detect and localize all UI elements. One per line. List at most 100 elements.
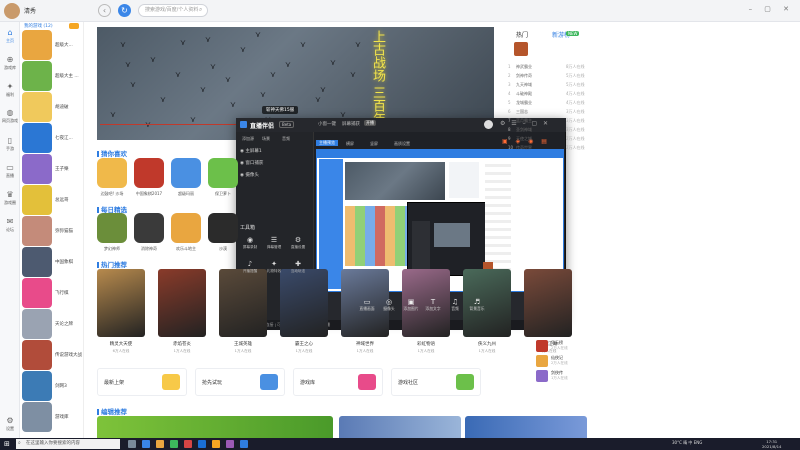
- game-icon-tile[interactable]: [208, 158, 238, 188]
- rank-bottom-thumb[interactable]: [536, 370, 548, 382]
- game-list-item[interactable]: 七夜江...: [22, 123, 84, 155]
- game-icon-label[interactable]: 保卫萝卜: [204, 191, 242, 197]
- game-icon-tile[interactable]: [97, 158, 127, 188]
- toolbox-danmaku[interactable]: ☰ 弹幕管理: [264, 236, 284, 250]
- game-card[interactable]: [524, 269, 572, 337]
- taskbar-app-icon[interactable]: [142, 440, 150, 448]
- game-icon-label[interactable]: 消除神奇: [130, 246, 168, 252]
- game-card-title[interactable]: 神域世界: [340, 341, 390, 347]
- edit-banner-3[interactable]: [465, 416, 587, 438]
- edit-banner-1[interactable]: [97, 416, 333, 438]
- rank-bottom-thumb[interactable]: [536, 355, 548, 367]
- toolbox-record[interactable]: ◉ 屏幕录制: [240, 236, 260, 250]
- game-icon-tile[interactable]: [171, 213, 201, 243]
- tab-hot[interactable]: 热门: [516, 30, 528, 39]
- game-card-title[interactable]: 霸王之心: [279, 341, 329, 347]
- game-icon-label[interactable]: 边鼓吧! 沙场: [93, 191, 131, 197]
- game-list-item[interactable]: 胡迪破: [22, 92, 84, 124]
- game-icon-label[interactable]: 欢乐斗地主: [167, 246, 205, 252]
- banner-caption[interactable]: 斩神天佛15服: [262, 106, 299, 114]
- taskbar-app-icon[interactable]: [240, 440, 248, 448]
- game-icon-label[interactable]: 沙漠: [204, 246, 242, 252]
- game-icon-label[interactable]: 超级玛丽: [167, 191, 205, 197]
- game-icon-label[interactable]: 中国象棋2017: [130, 191, 168, 197]
- overlay-mic-button[interactable]: ♫ 音频: [444, 298, 466, 312]
- streamer-avatar[interactable]: [484, 120, 493, 129]
- game-card-title[interactable]: 彩虹物语: [401, 341, 451, 347]
- system-tray[interactable]: 30°C 晴 中 ENG: [672, 440, 702, 446]
- taskbar-search[interactable]: 在这里输入你要搜索的内容: [16, 439, 120, 449]
- back-button[interactable]: ‹: [98, 4, 111, 17]
- game-card-title[interactable]: 精灵大天使: [96, 341, 146, 347]
- source-item[interactable]: ◉ 主屏幕1: [240, 148, 262, 154]
- game-list-item[interactable]: 王子樂: [22, 154, 84, 186]
- game-list-item[interactable]: 总远哥: [22, 185, 84, 217]
- quick-tile[interactable]: 最新上架: [97, 368, 187, 396]
- search-input[interactable]: 搜索游戏/百度/个人资料: [138, 4, 208, 17]
- taskbar-app-icon[interactable]: [170, 440, 178, 448]
- taskbar-clock[interactable]: 17:31 2021/8/14: [762, 439, 781, 449]
- tool-scene[interactable]: 场景: [262, 136, 270, 142]
- game-icon-tile[interactable]: [134, 158, 164, 188]
- tool-audio[interactable]: 音频: [282, 136, 290, 142]
- user-avatar[interactable]: [4, 3, 20, 19]
- sidebar-item-home[interactable]: ⌂ 主页: [0, 28, 20, 44]
- quick-tile[interactable]: 游戏社区: [391, 368, 481, 396]
- sidebar-item-gift[interactable]: ✦ 福利: [0, 82, 20, 98]
- game-card[interactable]: [219, 269, 267, 337]
- overlay-tab-2[interactable]: 屏幕捕获: [342, 121, 360, 127]
- game-list-item[interactable]: 弥弥猫猫: [22, 216, 84, 248]
- overlay-music-button[interactable]: ♬ 背景音乐: [466, 298, 488, 312]
- overlay-tab-1[interactable]: 小窗一键: [318, 121, 336, 127]
- game-icon-label[interactable]: 梦幻神师: [93, 246, 131, 252]
- game-icon-tile[interactable]: [171, 158, 201, 188]
- preview-tab-portrait[interactable]: 竖屏: [370, 141, 378, 147]
- preview-tab-main[interactable]: 主播预览: [316, 140, 338, 146]
- sidebar-item-tv[interactable]: ▭ 直播: [0, 163, 20, 179]
- toolbox-bell[interactable]: ♪ 开播提醒: [240, 260, 260, 274]
- overlay-screen-button[interactable]: ▭ 直播画面: [356, 298, 378, 312]
- tool-add-source[interactable]: 添加源: [242, 136, 254, 142]
- rank-bottom-thumb[interactable]: [536, 340, 548, 352]
- game-list-item[interactable]: 传说游戏大战: [22, 340, 84, 372]
- game-list-item[interactable]: 天论之牌: [22, 309, 84, 341]
- refresh-button[interactable]: ↻: [118, 4, 131, 17]
- quick-tile[interactable]: 游戏库: [293, 368, 383, 396]
- windows-start-icon[interactable]: ⊞: [4, 440, 10, 448]
- game-icon-tile[interactable]: [97, 213, 127, 243]
- game-card-title[interactable]: 王城英雄: [218, 341, 268, 347]
- taskbar-app-icon[interactable]: [156, 440, 164, 448]
- game-list-item[interactable]: 超级大...: [22, 30, 84, 62]
- sidebar-item-gear[interactable]: ⚙ 设置: [0, 416, 20, 432]
- sidebar-item-chat[interactable]: ✉ 论坛: [0, 217, 20, 233]
- toolbox-settings[interactable]: ⚙ 直播设置: [288, 236, 308, 250]
- game-list-item[interactable]: 飞行棋: [22, 278, 84, 310]
- game-card[interactable]: [280, 269, 328, 337]
- overlay-camera-button[interactable]: ◎ 摄像头: [378, 298, 400, 312]
- sidebar-item-crown[interactable]: ♛ 游戏圈: [0, 190, 20, 206]
- source-item[interactable]: ◉ 摄像头: [240, 172, 259, 178]
- game-icon-tile[interactable]: [208, 213, 238, 243]
- sidebar-item-gamepad[interactable]: ⊕ 游戏库: [0, 55, 20, 71]
- taskbar-app-icon[interactable]: [212, 440, 220, 448]
- overlay-image-button[interactable]: ▣ 添加图片: [400, 298, 422, 312]
- toolbox-gift[interactable]: ✦ 礼物特效: [264, 260, 284, 274]
- game-card-title[interactable]: 赤焰苍炎: [157, 341, 207, 347]
- rank-top-thumb[interactable]: [514, 42, 528, 56]
- game-list-item[interactable]: 中国象棋: [22, 247, 84, 279]
- overlay-text-button[interactable]: T 添加文字: [422, 298, 444, 312]
- game-card-title[interactable]: 侠义九州: [462, 341, 512, 347]
- game-icon-tile[interactable]: [134, 213, 164, 243]
- toolbox-game[interactable]: ✚ 互动玩法: [288, 260, 308, 274]
- game-list-item[interactable]: 超级大主 ...: [22, 61, 84, 93]
- game-list-item[interactable]: 剑网3: [22, 371, 84, 403]
- preview-tab-landscape[interactable]: 横屏: [346, 141, 354, 147]
- quick-tile[interactable]: 抢先试玩: [195, 368, 285, 396]
- sidebar-item-globe[interactable]: ◍ 网页游戏: [0, 108, 20, 124]
- game-list-item[interactable]: 游戏库: [22, 402, 84, 434]
- game-card[interactable]: [158, 269, 206, 337]
- username-label[interactable]: 清秀: [24, 6, 36, 15]
- window-controls[interactable]: – ▢ ✕: [749, 5, 794, 13]
- game-card[interactable]: [97, 269, 145, 337]
- search-icon[interactable]: ⌕: [199, 6, 202, 14]
